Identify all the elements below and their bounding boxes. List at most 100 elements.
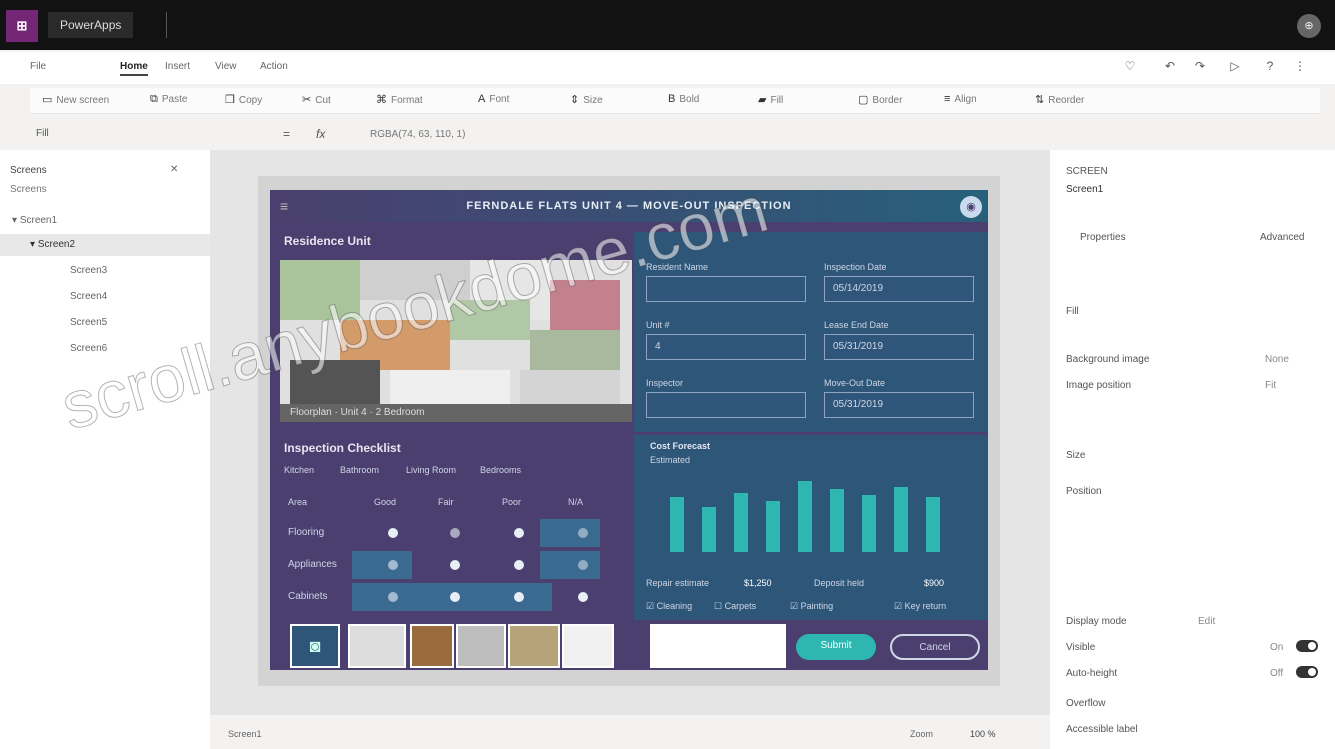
tree-item-label: Screen4 xyxy=(70,291,108,302)
radio-dot[interactable] xyxy=(578,528,588,538)
screen-selector[interactable]: Screen1 xyxy=(228,729,262,739)
tree-item-screen1[interactable]: ▾ Screen1 xyxy=(0,210,210,232)
photo-thumbnail[interactable] xyxy=(348,624,406,668)
ribbon-align[interactable]: ≡ Align xyxy=(944,93,977,105)
menu-action[interactable]: Action xyxy=(260,61,288,72)
lease-end-input[interactable]: 05/31/2019 xyxy=(824,334,974,360)
redo-icon[interactable]: ↷ xyxy=(1190,59,1210,77)
checkbox-label: Carpets xyxy=(724,601,757,611)
tree-item-screen4[interactable]: Screen4 xyxy=(0,286,210,308)
radio-dot[interactable] xyxy=(450,592,460,602)
ribbon-paste[interactable]: ⧉ Paste xyxy=(150,93,187,106)
checkbox-cleaning[interactable]: ☑ Cleaning xyxy=(646,601,692,612)
radio-dot[interactable] xyxy=(514,592,524,602)
tree-item-screen6[interactable]: Screen6 xyxy=(0,338,210,360)
ribbon-fill[interactable]: ▰ Fill xyxy=(758,93,783,106)
checklist-tab[interactable]: Kitchen xyxy=(284,465,314,475)
photo-thumbnail[interactable] xyxy=(562,624,614,668)
ribbon-bold[interactable]: B Bold xyxy=(668,93,699,105)
prop-value: On xyxy=(1270,642,1284,653)
ribbon-border[interactable]: ▢ Border xyxy=(858,93,902,106)
radio-dot[interactable] xyxy=(578,592,588,602)
ribbon-size[interactable]: ⇕ Size xyxy=(570,93,603,106)
resident-name-input[interactable] xyxy=(646,276,806,302)
bold-icon: B xyxy=(668,93,676,105)
menu-insert[interactable]: Insert xyxy=(165,61,190,72)
visible-toggle[interactable] xyxy=(1296,640,1318,652)
prop-value[interactable]: Edit xyxy=(1198,616,1215,627)
prop-value[interactable]: None xyxy=(1265,354,1289,365)
tree-view-tab[interactable]: Screens xyxy=(10,184,47,195)
cancel-button[interactable]: Cancel xyxy=(890,634,980,660)
avatar[interactable]: ⊕ xyxy=(1297,14,1321,38)
property-dropdown[interactable]: Fill xyxy=(36,128,49,139)
move-out-date-input[interactable]: 05/31/2019 xyxy=(824,392,974,418)
chart-bar xyxy=(926,497,940,552)
tree-item-screen2[interactable]: ▾ Screen2 xyxy=(0,234,210,256)
camera-icon[interactable]: ◙ xyxy=(290,624,340,668)
menu-file[interactable]: File xyxy=(30,61,46,72)
floorplan-image[interactable]: Floorplan · Unit 4 · 2 Bedroom xyxy=(280,260,632,422)
formula-input[interactable]: RGBA(74, 63, 110, 1) xyxy=(370,129,465,140)
radio-dot[interactable] xyxy=(514,528,524,538)
ribbon-font[interactable]: A Font xyxy=(478,93,509,105)
close-panel-icon[interactable]: ✕ xyxy=(170,164,178,175)
ribbon-copy[interactable]: ❐ Copy xyxy=(225,93,262,106)
tree-item-screen3[interactable]: Screen3 xyxy=(0,260,210,282)
unit-input[interactable]: 4 xyxy=(646,334,806,360)
radio-dot[interactable] xyxy=(578,560,588,570)
app-logo-icon[interactable]: ⊞ xyxy=(6,10,38,42)
checkbox-painting[interactable]: ☑ Painting xyxy=(790,601,833,612)
deposit-label: Deposit held xyxy=(814,578,865,588)
photo-thumbnail[interactable] xyxy=(456,624,506,668)
prop-label: Display mode xyxy=(1066,616,1127,627)
menu-home[interactable]: Home xyxy=(120,61,148,76)
more-icon[interactable]: ⋮ xyxy=(1290,59,1310,77)
tab-properties[interactable]: Properties xyxy=(1080,232,1126,243)
checklist-tab[interactable]: Bedrooms xyxy=(480,465,521,475)
radio-dot[interactable] xyxy=(388,528,398,538)
auto-height-toggle[interactable] xyxy=(1296,666,1318,678)
prop-label: Auto-height xyxy=(1066,668,1118,679)
photo-thumbnail[interactable] xyxy=(508,624,560,668)
checkbox-keys[interactable]: ☑ Key return xyxy=(894,601,946,612)
prop-label: Background image xyxy=(1066,354,1150,365)
prop-label: Image position xyxy=(1066,380,1132,391)
menu-view[interactable]: View xyxy=(215,61,237,72)
field-label: Inspection Date xyxy=(824,262,887,272)
zoom-value[interactable]: 100 % xyxy=(970,729,996,739)
radio-dot[interactable] xyxy=(450,528,460,538)
play-icon[interactable]: ▷ xyxy=(1225,59,1245,77)
radio-dot[interactable] xyxy=(388,560,398,570)
field-label: Move-Out Date xyxy=(824,378,886,388)
room-shape xyxy=(280,260,360,320)
signature-pad[interactable] xyxy=(650,624,786,668)
inspection-date-input[interactable]: 05/14/2019 xyxy=(824,276,974,302)
checklist-row: Appliances xyxy=(282,551,602,579)
photo-thumbnail[interactable] xyxy=(410,624,454,668)
inspector-input[interactable] xyxy=(646,392,806,418)
user-icon[interactable]: ◉ xyxy=(960,196,982,218)
ribbon-new-screen[interactable]: ▭ New screen xyxy=(42,93,109,106)
radio-dot[interactable] xyxy=(514,560,524,570)
tree-item-screen5[interactable]: Screen5 xyxy=(0,312,210,334)
ribbon-format[interactable]: ⌘ Format xyxy=(376,93,423,106)
checklist-column: Area xyxy=(288,497,308,507)
checklist-tab[interactable]: Bathroom xyxy=(340,465,379,475)
help-icon[interactable]: ? xyxy=(1260,59,1280,77)
tab-advanced[interactable]: Advanced xyxy=(1260,232,1304,243)
prop-value[interactable]: Fit xyxy=(1265,380,1276,391)
radio-dot[interactable] xyxy=(450,560,460,570)
font-icon: A xyxy=(478,93,486,105)
checkbox-carpets[interactable]: ☐ Carpets xyxy=(714,601,756,612)
ribbon-reorder[interactable]: ⇅ Reorder xyxy=(1035,93,1084,106)
ribbon-cut[interactable]: ✂ Cut xyxy=(302,93,331,106)
submit-button[interactable]: Submit xyxy=(796,634,876,660)
app-screen[interactable]: ≡ FERNDALE FLATS UNIT 4 — MOVE-OUT INSPE… xyxy=(270,190,988,670)
app-checker-icon[interactable]: ♡ xyxy=(1120,59,1140,77)
checklist-tab[interactable]: Living Room xyxy=(406,465,456,475)
radio-dot[interactable] xyxy=(388,592,398,602)
room-shape xyxy=(390,370,510,404)
undo-icon[interactable]: ↶ xyxy=(1160,59,1180,77)
zoom-label: Zoom xyxy=(910,729,934,739)
